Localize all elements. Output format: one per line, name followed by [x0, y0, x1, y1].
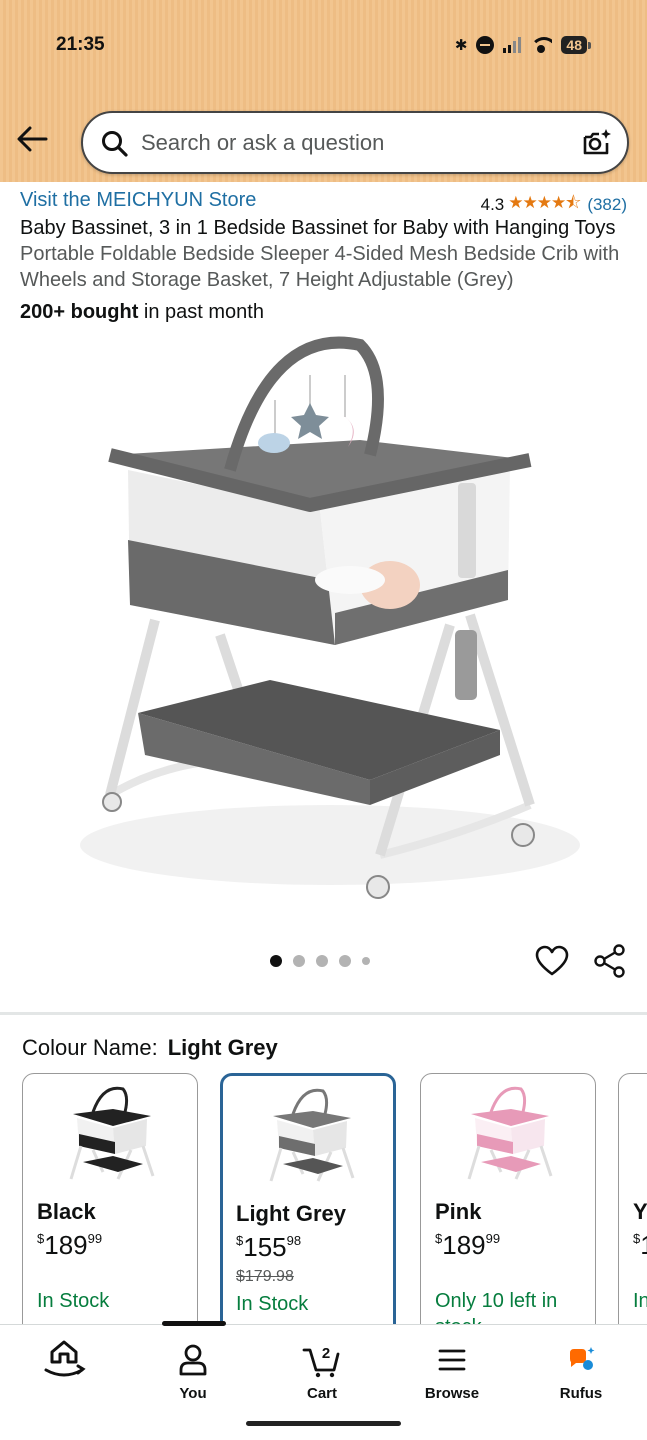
menu-icon	[438, 1349, 466, 1371]
variant-name: Black	[37, 1199, 96, 1224]
section-divider	[0, 1012, 647, 1015]
variant-thumbnail	[467, 1086, 553, 1180]
battery-level: 48	[561, 36, 587, 54]
carousel-dot[interactable]	[293, 955, 305, 967]
person-icon	[179, 1344, 207, 1376]
variant-card-yellow[interactable]: Y $1 In	[618, 1073, 647, 1326]
nav-cart[interactable]: 2 Cart	[272, 1341, 372, 1402]
search-input[interactable]	[141, 126, 561, 160]
nav-rufus[interactable]: Rufus	[531, 1341, 631, 1402]
variant-price: $1	[633, 1230, 647, 1260]
bought-count-bold: 200+ bought	[20, 301, 139, 323]
search-icon	[102, 131, 128, 157]
heart-icon[interactable]	[535, 944, 569, 978]
home-indicator	[246, 1421, 401, 1426]
variant-card-black[interactable]: Black $18999 In Stock	[22, 1073, 198, 1326]
wifi-icon	[530, 37, 553, 53]
share-icon[interactable]	[594, 944, 626, 978]
cellular-signal-icon	[503, 37, 522, 53]
bluetooth-icon: ✱	[454, 37, 468, 54]
bottom-nav: You 2 Cart Browse Rufus	[0, 1321, 647, 1440]
product-image[interactable]	[60, 335, 600, 915]
cart-count-badge: 2	[322, 1345, 330, 1362]
battery-icon: 48	[561, 36, 591, 54]
variant-price: $18999	[435, 1230, 501, 1260]
nav-active-indicator	[162, 1321, 226, 1326]
variant-stock: Only 10 left in stock	[435, 1290, 558, 1326]
rufus-icon	[570, 1347, 595, 1370]
bought-count: 200+ bought in past month	[20, 301, 264, 324]
camera-sparkle-icon[interactable]	[581, 127, 613, 159]
image-carousel-dots[interactable]	[270, 955, 370, 967]
nav-label: You	[179, 1385, 207, 1402]
colour-variants: Black $18999 In Stock Light Grey $15598 …	[22, 1073, 647, 1326]
nav-browse[interactable]: Browse	[402, 1341, 502, 1402]
variant-price: $15598	[236, 1232, 302, 1262]
cart-icon: 2	[302, 1345, 340, 1378]
nav-label: Browse	[424, 1385, 480, 1402]
variant-name: Y	[633, 1199, 647, 1224]
variant-price: $18999	[37, 1230, 103, 1260]
nav-home[interactable]	[14, 1340, 114, 1385]
carousel-dot[interactable]	[270, 955, 282, 967]
search-bar[interactable]	[81, 111, 629, 174]
variant-old-price: $179.98	[236, 1268, 294, 1285]
status-icons: ✱ 48	[455, 36, 591, 54]
arrow-left-icon[interactable]	[16, 124, 48, 154]
variant-stock: In Stock	[37, 1290, 110, 1312]
variant-card-pink[interactable]: Pink $18999 Only 10 left in stock	[420, 1073, 596, 1326]
product-title-main: Baby Bassinet, 3 in 1 Bedside Bassinet f…	[20, 217, 616, 239]
bought-count-rest: in past month	[138, 301, 264, 323]
variant-stock: In Stock	[236, 1293, 309, 1315]
nav-label: Rufus	[559, 1385, 603, 1402]
rating-count[interactable]: (382)	[587, 195, 627, 215]
variant-name: Light Grey	[236, 1201, 347, 1226]
status-time: 21:35	[56, 34, 105, 55]
variant-thumbnail	[69, 1086, 155, 1180]
colour-selected-value: Light Grey	[167, 1035, 278, 1060]
header: 21:35 ✱ 48	[0, 0, 647, 182]
carousel-dot[interactable]	[339, 955, 351, 967]
nav-you[interactable]: You	[143, 1341, 243, 1402]
rating-value: 4.3	[480, 194, 505, 214]
carousel-dot[interactable]	[316, 955, 328, 967]
variant-name: Pink	[435, 1199, 482, 1224]
carousel-dot[interactable]	[362, 957, 370, 965]
variant-card-light-grey[interactable]: Light Grey $15598 $179.98 In Stock	[220, 1073, 396, 1326]
product-title: Baby Bassinet, 3 in 1 Bedside Bassinet f…	[20, 215, 635, 293]
variant-thumbnail	[269, 1088, 355, 1182]
home-icon	[44, 1340, 86, 1377]
variant-stock: In	[633, 1290, 647, 1312]
colour-label: Colour Name:	[22, 1035, 158, 1060]
colour-selector-label: Colour Name: Light Grey	[22, 1035, 278, 1061]
nav-label: Cart	[306, 1385, 337, 1402]
product-title-sub: Portable Foldable Bedside Sleeper 4-Side…	[20, 243, 620, 291]
do-not-disturb-icon	[476, 36, 495, 54]
store-link[interactable]: Visit the MEICHYUN Store	[20, 189, 256, 212]
